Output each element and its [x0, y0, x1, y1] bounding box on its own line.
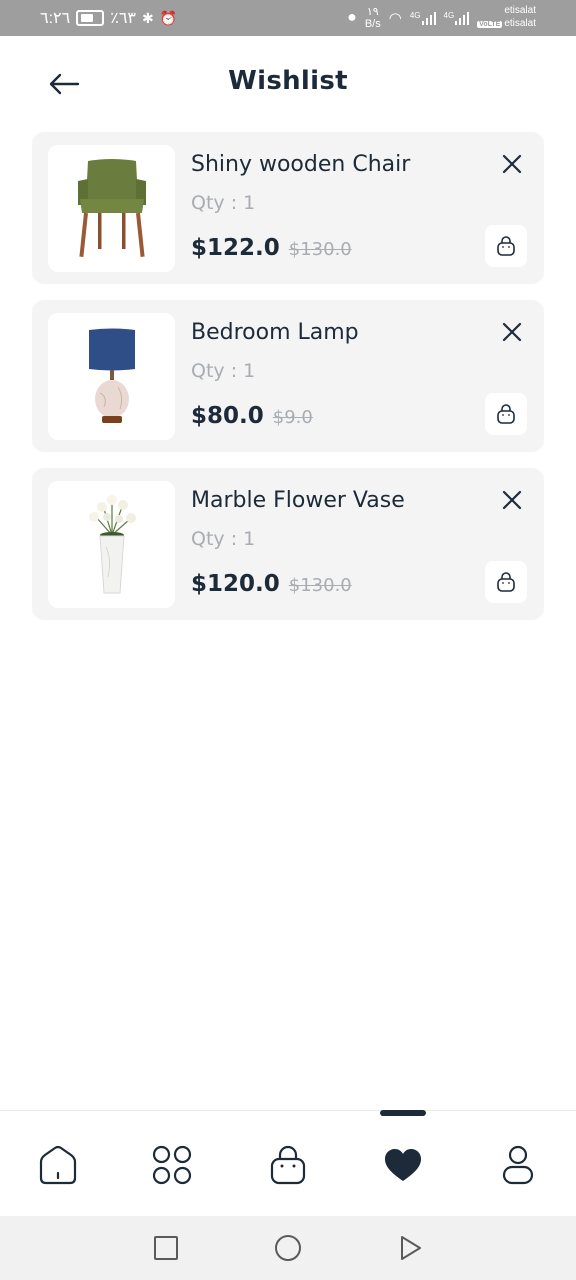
bluetooth-icon: ✱: [142, 9, 154, 26]
categories-icon: [152, 1145, 192, 1185]
wishlist-item[interactable]: Shiny wooden Chair Qty : 1 $122.0 $130.0: [32, 132, 544, 284]
remove-button[interactable]: [498, 486, 526, 514]
wishlist-item[interactable]: Marble Flower Vase Qty : 1 $120.0 $130.0: [32, 468, 544, 620]
product-name: Shiny wooden Chair: [191, 152, 411, 177]
wishlist-list: Shiny wooden Chair Qty : 1 $122.0 $130.0: [32, 132, 544, 636]
signal-bars-icon: [455, 11, 470, 25]
home-system-button[interactable]: [272, 1232, 304, 1264]
active-tab-indicator: [380, 1110, 426, 1116]
nav-profile[interactable]: [494, 1141, 542, 1189]
status-bar: ٦:٢٦ ٪٦٣ ✱ ⏰ ● ١٩ B/s ◠ 4G 4G etisalat V…: [0, 0, 576, 36]
product-qty: Qty : 1: [191, 192, 256, 214]
add-to-cart-button[interactable]: [485, 225, 527, 267]
remove-button[interactable]: [498, 318, 526, 346]
battery-icon: [76, 10, 105, 26]
current-price: $122.0: [191, 235, 280, 261]
network-speed: ١٩ B/s: [364, 5, 381, 30]
current-price: $120.0: [191, 571, 280, 597]
product-qty: Qty : 1: [191, 360, 256, 382]
triangle-icon: [401, 1236, 421, 1260]
shopping-bag-icon: [497, 572, 515, 592]
recent-apps-button[interactable]: [150, 1232, 182, 1264]
wifi-icon: ◠: [388, 9, 402, 27]
add-to-cart-button[interactable]: [485, 561, 527, 603]
product-image[interactable]: [48, 145, 175, 272]
shopping-bag-icon: [497, 236, 515, 256]
vase-image: [88, 494, 136, 593]
signal-bars-icon: [421, 11, 436, 25]
alarm-icon: ⏰: [159, 9, 178, 26]
heart-icon: [385, 1149, 421, 1181]
battery-percent: ٪٦٣: [110, 10, 137, 27]
product-qty: Qty : 1: [191, 528, 256, 550]
signal-1: 4G: [410, 11, 436, 25]
current-price: $80.0: [191, 403, 264, 429]
circle-icon: [275, 1235, 301, 1261]
signal-2: 4G: [444, 11, 470, 25]
product-name: Bedroom Lamp: [191, 320, 359, 345]
close-icon: [502, 490, 522, 510]
back-system-button[interactable]: [394, 1232, 426, 1264]
nav-home[interactable]: [34, 1141, 82, 1189]
price-group: $122.0 $130.0: [191, 235, 352, 261]
header: Wishlist: [0, 36, 576, 132]
carriers: etisalat VoLTE etisalat: [477, 5, 536, 29]
bottom-nav: [0, 1110, 576, 1216]
nav-cart[interactable]: [264, 1141, 312, 1189]
clock: ٦:٢٦: [40, 10, 71, 27]
volte-badge: VoLTE: [477, 21, 503, 28]
nav-wishlist[interactable]: [379, 1141, 427, 1189]
old-price: $9.0: [272, 407, 313, 428]
add-to-cart-button[interactable]: [485, 393, 527, 435]
home-icon: [39, 1145, 77, 1185]
profile-icon: [502, 1145, 534, 1185]
old-price: $130.0: [288, 239, 352, 260]
price-group: $80.0 $9.0: [191, 403, 313, 429]
status-left: ٦:٢٦ ٪٦٣ ✱ ⏰: [40, 8, 177, 28]
product-image[interactable]: [48, 313, 175, 440]
lamp-image: [88, 328, 135, 423]
old-price: $130.0: [288, 575, 352, 596]
remove-button[interactable]: [498, 150, 526, 178]
product-name: Marble Flower Vase: [191, 488, 405, 513]
price-group: $120.0 $130.0: [191, 571, 352, 597]
product-image[interactable]: [48, 481, 175, 608]
system-nav-bar: [0, 1216, 576, 1280]
close-icon: [502, 322, 522, 342]
nav-categories[interactable]: [148, 1141, 196, 1189]
cart-icon: [270, 1145, 306, 1185]
square-icon: [154, 1236, 178, 1260]
close-icon: [502, 154, 522, 174]
chair-image: [77, 158, 146, 257]
page-title: Wishlist: [228, 66, 348, 96]
chat-icon: ●: [347, 8, 357, 26]
status-right: ● ١٩ B/s ◠ 4G 4G etisalat VoLTE etisalat: [347, 4, 536, 31]
shopping-bag-icon: [497, 404, 515, 424]
wishlist-item[interactable]: Bedroom Lamp Qty : 1 $80.0 $9.0: [32, 300, 544, 452]
